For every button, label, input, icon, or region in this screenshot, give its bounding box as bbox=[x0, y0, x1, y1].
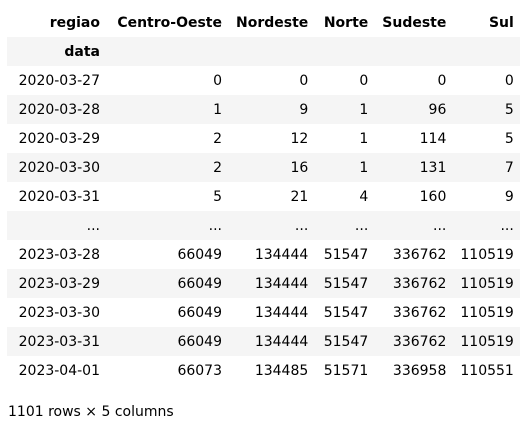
table-shape-summary: 1101 rows × 5 columns bbox=[8, 404, 174, 420]
table-cell: 0 bbox=[374, 66, 453, 95]
table-cell: 51547 bbox=[314, 298, 375, 327]
table-cell: 1 bbox=[314, 95, 375, 124]
table-cell: 66049 bbox=[106, 240, 228, 269]
table-cell: 110519 bbox=[452, 240, 520, 269]
column-header: Centro-Oeste bbox=[106, 8, 228, 37]
table-cell: 1 bbox=[106, 95, 228, 124]
table-cell: ... bbox=[314, 211, 375, 240]
table-cell: 66073 bbox=[106, 356, 228, 385]
table-row: 2023-03-30 66049 134444 51547 336762 110… bbox=[7, 298, 520, 327]
table-cell: 134444 bbox=[228, 269, 315, 298]
table-cell: 336762 bbox=[374, 269, 453, 298]
table-cell: 336958 bbox=[374, 356, 453, 385]
table-cell: ... bbox=[228, 211, 315, 240]
table-cell: 134444 bbox=[228, 327, 315, 356]
table-cell: 9 bbox=[452, 182, 520, 211]
table-cell: 336762 bbox=[374, 240, 453, 269]
table-row: 2020-03-27 0 0 0 0 0 bbox=[7, 66, 520, 95]
column-header: Sul bbox=[452, 8, 520, 37]
dataframe-table: regiao Centro-Oeste Nordeste Norte Sudes… bbox=[7, 8, 520, 385]
table-cell: ... bbox=[452, 211, 520, 240]
table-cell: 134485 bbox=[228, 356, 315, 385]
row-index: 2020-03-30 bbox=[7, 153, 106, 182]
table-cell: ... bbox=[374, 211, 453, 240]
table-header: regiao Centro-Oeste Nordeste Norte Sudes… bbox=[7, 8, 520, 66]
table-cell: 110519 bbox=[452, 269, 520, 298]
empty-header-cell bbox=[314, 37, 375, 66]
table-cell: 21 bbox=[228, 182, 315, 211]
table-cell: 160 bbox=[374, 182, 453, 211]
table-cell: 9 bbox=[228, 95, 315, 124]
table-cell: ... bbox=[106, 211, 228, 240]
table-cell: 7 bbox=[452, 153, 520, 182]
empty-header-cell bbox=[374, 37, 453, 66]
row-index: 2020-03-31 bbox=[7, 182, 106, 211]
empty-header-cell bbox=[228, 37, 315, 66]
columns-name-header: regiao bbox=[7, 8, 106, 37]
table-cell: 16 bbox=[228, 153, 315, 182]
header-row-index-name: data bbox=[7, 37, 520, 66]
index-name-header: data bbox=[7, 37, 106, 66]
table-cell: 66049 bbox=[106, 327, 228, 356]
table-cell: 51547 bbox=[314, 240, 375, 269]
ellipsis-row: ... ... ... ... ... ... bbox=[7, 211, 520, 240]
row-index: 2020-03-27 bbox=[7, 66, 106, 95]
table-cell: 12 bbox=[228, 124, 315, 153]
table-cell: 2 bbox=[106, 124, 228, 153]
row-index: 2020-03-28 bbox=[7, 95, 106, 124]
empty-header-cell bbox=[452, 37, 520, 66]
table-cell: 336762 bbox=[374, 327, 453, 356]
row-index: 2023-03-31 bbox=[7, 327, 106, 356]
row-index: 2023-03-29 bbox=[7, 269, 106, 298]
table-cell: 336762 bbox=[374, 298, 453, 327]
table-row: 2020-03-31 5 21 4 160 9 bbox=[7, 182, 520, 211]
table-cell: 5 bbox=[452, 124, 520, 153]
table-cell: 110519 bbox=[452, 298, 520, 327]
table-row: 2020-03-29 2 12 1 114 5 bbox=[7, 124, 520, 153]
table-cell: 5 bbox=[106, 182, 228, 211]
table-cell: 1 bbox=[314, 153, 375, 182]
table-row: 2023-04-01 66073 134485 51571 336958 110… bbox=[7, 356, 520, 385]
table-cell: 0 bbox=[314, 66, 375, 95]
table-cell: 0 bbox=[228, 66, 315, 95]
table-row: 2023-03-29 66049 134444 51547 336762 110… bbox=[7, 269, 520, 298]
table-cell: 0 bbox=[452, 66, 520, 95]
table-cell: 134444 bbox=[228, 298, 315, 327]
table-cell: 134444 bbox=[228, 240, 315, 269]
table-cell: 51547 bbox=[314, 327, 375, 356]
table-cell: 96 bbox=[374, 95, 453, 124]
row-index: 2020-03-29 bbox=[7, 124, 106, 153]
table-cell: 51571 bbox=[314, 356, 375, 385]
table-cell: 131 bbox=[374, 153, 453, 182]
table-cell: 2 bbox=[106, 153, 228, 182]
table-row: 2020-03-30 2 16 1 131 7 bbox=[7, 153, 520, 182]
table-cell: 114 bbox=[374, 124, 453, 153]
empty-header-cell bbox=[106, 37, 228, 66]
table-row: 2023-03-31 66049 134444 51547 336762 110… bbox=[7, 327, 520, 356]
table-cell: 66049 bbox=[106, 298, 228, 327]
table-row: 2020-03-28 1 9 1 96 5 bbox=[7, 95, 520, 124]
table-cell: 51547 bbox=[314, 269, 375, 298]
row-index: 2023-03-30 bbox=[7, 298, 106, 327]
column-header: Nordeste bbox=[228, 8, 315, 37]
header-row-columns: regiao Centro-Oeste Nordeste Norte Sudes… bbox=[7, 8, 520, 37]
table-cell: 66049 bbox=[106, 269, 228, 298]
table-cell: 5 bbox=[452, 95, 520, 124]
table-cell: 110519 bbox=[452, 327, 520, 356]
table-cell: 110551 bbox=[452, 356, 520, 385]
table-row: 2023-03-28 66049 134444 51547 336762 110… bbox=[7, 240, 520, 269]
table-cell: 1 bbox=[314, 124, 375, 153]
table-body: 2020-03-27 0 0 0 0 0 2020-03-28 1 9 1 96… bbox=[7, 66, 520, 385]
table-cell: 0 bbox=[106, 66, 228, 95]
column-header: Norte bbox=[314, 8, 375, 37]
table-cell: 4 bbox=[314, 182, 375, 211]
column-header: Sudeste bbox=[374, 8, 453, 37]
row-index: 2023-03-28 bbox=[7, 240, 106, 269]
row-index: 2023-04-01 bbox=[7, 356, 106, 385]
row-index: ... bbox=[7, 211, 106, 240]
dataframe-output: regiao Centro-Oeste Nordeste Norte Sudes… bbox=[0, 0, 520, 434]
